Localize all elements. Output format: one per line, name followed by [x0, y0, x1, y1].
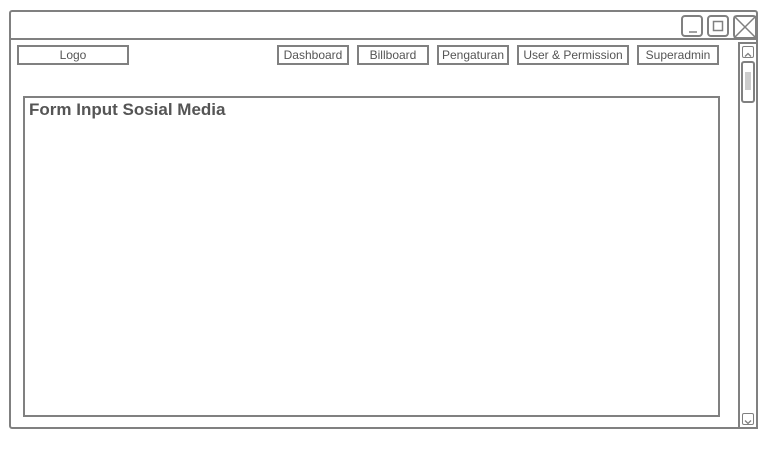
title-bar: [11, 12, 757, 40]
maximize-button[interactable]: [707, 15, 729, 37]
nav-user-permission[interactable]: User & Permission: [517, 45, 629, 65]
logo: Logo: [17, 45, 129, 65]
nav-pengaturan[interactable]: Pengaturan: [437, 45, 509, 65]
scroll-up-button[interactable]: [742, 46, 754, 58]
page-title: Form Input Sosial Media: [29, 100, 226, 119]
chevron-down-icon: [744, 420, 752, 425]
minimize-icon: [689, 31, 697, 33]
chevron-up-icon: [744, 52, 752, 57]
nav-dashboard[interactable]: Dashboard: [277, 45, 349, 65]
minimize-button[interactable]: [681, 15, 703, 37]
scroll-down-button[interactable]: [742, 413, 754, 425]
nav-billboard[interactable]: Billboard: [357, 45, 429, 65]
maximize-icon: [712, 20, 724, 32]
scroll-thumb[interactable]: [741, 61, 755, 103]
close-button[interactable]: [733, 15, 757, 39]
close-icon: [733, 15, 757, 39]
content-panel: Form Input Sosial Media: [23, 96, 720, 417]
nav-superadmin[interactable]: Superadmin: [637, 45, 719, 65]
vertical-scrollbar[interactable]: [738, 42, 758, 429]
app-window: Logo Dashboard Billboard Pengaturan User…: [9, 10, 758, 429]
grip-icon: [745, 72, 751, 90]
